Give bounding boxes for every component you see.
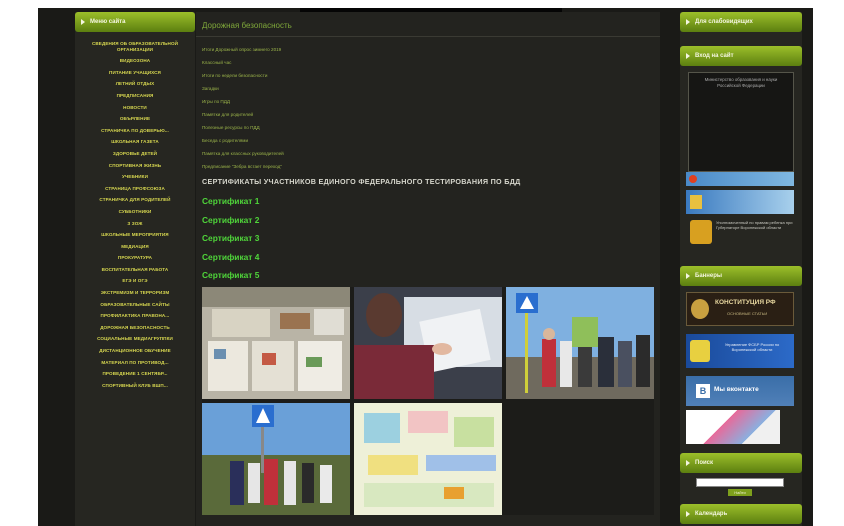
ombudsman-banner[interactable]: Уполномоченный по правам ребенка при Губ… [686,218,796,258]
gallery-photo-student-writing[interactable] [354,287,502,399]
left-menu-title: Меню сайта [90,19,126,25]
left-menu-item[interactable]: Учебники [75,171,195,183]
content-link[interactable]: Классный час [202,56,660,69]
banners-title: Баннеры [695,273,723,279]
gallery-photo-drawing[interactable] [354,403,502,515]
search-button[interactable]: Найти [728,489,752,496]
login-header: Вход на сайт [680,46,802,66]
accessibility-header[interactable]: Для слабовидящих [680,12,802,32]
arrow-right-icon [686,511,690,517]
left-menu-item[interactable]: Экстремизм и терроризм [75,287,195,299]
left-menu-item[interactable]: Питание учащихся [75,67,195,79]
left-menu-item[interactable]: Сведения об образовательной организации [75,38,195,55]
main-content: Дорожная безопасность Итоги Дорожный опр… [196,12,660,526]
left-menu-item[interactable]: Прокуратура [75,252,195,264]
calendar-header: Календарь [680,504,802,524]
left-menu-item[interactable]: ЕГЭ и ОГЭ [75,275,195,287]
left-menu-item[interactable]: Социальные медиагруппки [75,333,195,345]
page-title: Дорожная безопасность [196,12,660,37]
left-menu-item[interactable]: Новости [75,102,195,114]
left-menu-item[interactable]: Страница профсоюза [75,183,195,195]
constitution-subtext: ОСНОВНЫЕ СТАТЬИ [727,311,768,316]
content-link[interactable]: Памятка для классных руководителей [202,147,660,160]
arrow-right-icon [81,19,85,25]
left-menu-item[interactable]: Предписания [75,90,195,102]
content-link[interactable]: Загадки [202,82,660,95]
arrow-right-icon [686,53,690,59]
arrow-right-icon [686,460,690,466]
fssp-emblem-icon [690,340,710,362]
content-link[interactable]: Итоги по недели безопасности [202,69,660,82]
banner-blue-1[interactable] [686,172,794,186]
left-menu-item[interactable]: Здоровье детей [75,148,195,160]
arrow-right-icon [686,273,690,279]
left-menu-item[interactable]: Видеозона [75,55,195,67]
gallery-photo-kids-road-sign[interactable] [202,403,350,515]
left-menu-item[interactable]: Профилактика правона... [75,310,195,322]
link-list: Итоги Дорожный опрос зимнего 2019 Классны… [196,37,660,173]
eagle-icon [691,299,709,319]
left-menu-item[interactable]: Субботники [75,206,195,218]
content-link[interactable]: Предписание "Зебра встает переход" [202,160,660,173]
gallery-photo-outdoor-group[interactable] [506,287,654,399]
coat-of-arms-icon [690,220,712,244]
fssp-banner[interactable]: Управление ФСБР России по Воронежской об… [686,334,794,368]
left-sidebar: Меню сайта Сведения об образовательной о… [75,12,195,526]
left-menu-item[interactable]: Дорожная безопасность [75,322,195,334]
gallery-photo-poster-board[interactable] [202,287,350,399]
left-menu-item[interactable]: Образовательные сайты [75,299,195,311]
emblem-icon [689,175,697,183]
vk-text: Мы вконтакте [714,386,759,393]
left-menu-item[interactable]: Спортивная жизнь [75,160,195,172]
left-menu-item[interactable]: Страничка по доверью... [75,125,195,137]
right-sidebar: Для слабовидящих Вход на сайт Министерст… [680,12,802,526]
arrow-right-icon [686,19,690,25]
left-menu-item[interactable]: Школьные мероприятия [75,229,195,241]
content-link[interactable]: Беседа с родителями [202,134,660,147]
left-menu-item[interactable]: Материал по противод... [75,357,195,369]
fssp-text: Управление ФСБР России по Воронежской об… [724,342,780,352]
search-input[interactable] [696,478,784,487]
left-menu-item[interactable]: Медиация [75,241,195,253]
left-menu-item[interactable]: Страничка для родителей [75,194,195,206]
certificate-link[interactable]: Сертификат 5 [202,266,660,285]
vk-icon: В [696,384,710,398]
calendar-title: Календарь [695,511,728,517]
left-menu-item[interactable]: Летний отдых [75,78,195,90]
colorful-banner[interactable] [686,410,780,444]
search-header: Поиск [680,453,802,473]
banner-blue-2[interactable] [686,190,794,214]
banners-header: Баннеры [680,266,802,286]
left-menu: Сведения об образовательной организации В… [75,32,195,391]
content-link[interactable]: Полезные ресурсы по ПДД [202,121,660,134]
left-menu-item[interactable]: Обърление [75,113,195,125]
left-menu-header: Меню сайта [75,12,195,32]
left-menu-item[interactable]: З ЗОЖ [75,218,195,230]
certificate-link[interactable]: Сертификат 4 [202,248,660,267]
certificate-link[interactable]: Сертификат 2 [202,211,660,230]
ombudsman-text: Уполномоченный по правам ребенка при Губ… [716,220,793,230]
content-link[interactable]: Игры по ПДД [202,95,660,108]
certificate-link[interactable]: Сертификат 1 [202,192,660,211]
ministry-image[interactable]: Министерство образования и науки Российс… [688,72,794,172]
constitution-banner[interactable]: КОНСТИТУЦИЯ РФ ОСНОВНЫЕ СТАТЬИ [686,292,794,326]
vk-banner[interactable]: В Мы вконтакте [686,376,794,406]
login-title: Вход на сайт [695,53,734,59]
left-menu-item[interactable]: Воспитательная работа [75,264,195,276]
certificate-link[interactable]: Сертификат 3 [202,229,660,248]
content-link[interactable]: Памятки для родителей [202,108,660,121]
certificate-list: Сертификат 1 Сертификат 2 Сертификат 3 Серт… [196,186,660,285]
left-menu-item[interactable]: Спортивный клуб Вшп... [75,380,195,392]
left-menu-item[interactable]: Дистанционное обучение [75,345,195,357]
content-link[interactable]: Итоги Дорожный опрос зимнего 2019 [202,43,660,56]
accessibility-title: Для слабовидящих [695,19,753,25]
child-icon [690,195,702,209]
left-menu-item[interactable]: Школьная газета [75,136,195,148]
left-menu-item[interactable]: Проведение 1 сентябр... [75,368,195,380]
search-title: Поиск [695,460,714,466]
photo-gallery [202,287,654,515]
certificates-heading: СЕРТИФИКАТЫ УЧАСТНИКОВ ЕДИНОГО ФЕДЕРАЛЬН… [202,177,521,186]
constitution-text: КОНСТИТУЦИЯ РФ [715,299,776,306]
ministry-image-alt: Министерство образования и науки Российс… [704,77,778,88]
